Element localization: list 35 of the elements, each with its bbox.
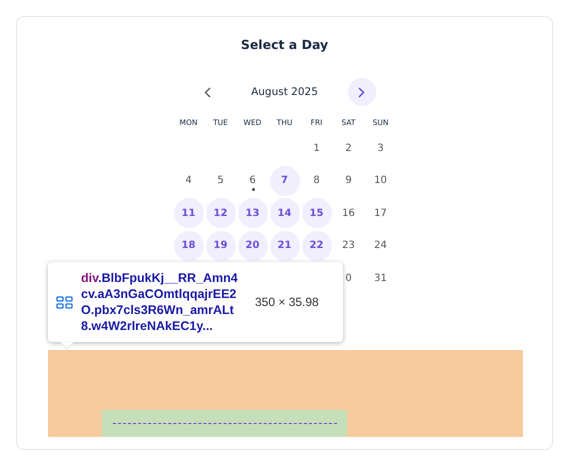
- calendar-day[interactable]: 3: [366, 133, 396, 164]
- element-size: 350 × 35.98: [255, 295, 319, 309]
- calendar-day[interactable]: 11: [174, 198, 204, 228]
- calendar-day[interactable]: 14: [270, 198, 300, 228]
- calendar-day[interactable]: 20: [238, 230, 268, 261]
- next-month-button[interactable]: [348, 78, 376, 106]
- calendar-day[interactable]: 22: [302, 230, 332, 261]
- calendar-day[interactable]: 15: [302, 198, 332, 228]
- calendar-day[interactable]: 6: [238, 166, 268, 196]
- calendar-day[interactable]: 21: [270, 230, 300, 261]
- calendar-title: Select a Day: [240, 37, 328, 52]
- month-label: August 2025: [250, 86, 319, 98]
- calendar-day[interactable]: 19: [206, 230, 236, 261]
- calendar-day[interactable]: 23: [334, 230, 364, 261]
- calendar-day[interactable]: 10: [366, 166, 396, 196]
- chevron-left-icon: [204, 86, 211, 98]
- calendar-day[interactable]: 24: [366, 230, 396, 261]
- calendar-day[interactable]: 16: [334, 198, 364, 228]
- calendar-day[interactable]: 0: [334, 263, 364, 294]
- calendar-day[interactable]: 13: [238, 198, 268, 228]
- element-selector: div.BlbFpukKj__RR_Amn4cv.aA3nGaCOmtlqqajrEE2O.pbx7cls3R6Wn_amrALt8.w4W2rlreNAkEC1y...: [81, 270, 239, 334]
- calendar-day[interactable]: 17: [366, 198, 396, 228]
- calendar-day[interactable]: 12: [206, 198, 236, 228]
- calendar-day[interactable]: 7: [270, 166, 300, 196]
- calendar-day[interactable]: 4: [174, 166, 204, 196]
- calendar-day[interactable]: 9: [334, 166, 364, 196]
- calendar-day[interactable]: 8: [302, 166, 332, 196]
- today-dot: [252, 188, 254, 191]
- chevron-right-icon: [358, 86, 365, 98]
- calendar-day[interactable]: 18: [174, 230, 204, 261]
- grid-layout-icon: [56, 296, 73, 308]
- calendar-day[interactable]: 5: [206, 166, 236, 196]
- calendar-day[interactable]: 31: [366, 263, 396, 294]
- calendar-day[interactable]: 2: [334, 133, 364, 164]
- calendar-day[interactable]: 1: [302, 133, 332, 164]
